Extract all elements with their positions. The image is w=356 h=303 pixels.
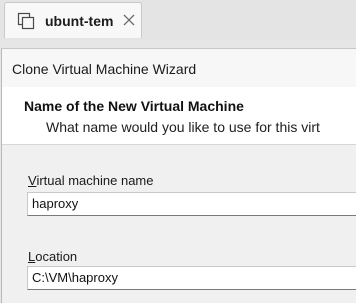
- clone-wizard-window: Clone Virtual Machine Wizard Name of the…: [1, 48, 356, 303]
- window-title: Clone Virtual Machine Wizard: [12, 61, 197, 77]
- location-field[interactable]: C:\VM\haproxy: [27, 266, 356, 290]
- location-label: Location: [28, 249, 77, 265]
- location-label-text: ocation: [35, 249, 78, 264]
- window-titlebar[interactable]: Clone Virtual Machine Wizard: [2, 49, 356, 87]
- wizard-content: Virtual machine name haproxy Location C:…: [2, 145, 356, 303]
- tab-title: ubunt-tem: [45, 13, 114, 29]
- tab-strip: ubunt-tem: [0, 0, 356, 40]
- page-subtitle: What name would you like to use for this…: [46, 119, 320, 135]
- page-title: Name of the New Virtual Machine: [24, 98, 244, 114]
- vm-name-label: Virtual machine name: [28, 173, 154, 189]
- vm-name-label-text: irtual machine name: [36, 173, 154, 188]
- vm-name-field[interactable]: haproxy: [27, 192, 356, 216]
- tab-ubunt-tem[interactable]: ubunt-tem: [4, 2, 142, 38]
- close-icon[interactable]: [121, 12, 137, 28]
- vm-copies-icon: [17, 12, 35, 30]
- wizard-header: Name of the New Virtual Machine What nam…: [2, 87, 356, 145]
- screen: ubunt-tem Clone Virtual Machine Wizard N…: [0, 0, 356, 303]
